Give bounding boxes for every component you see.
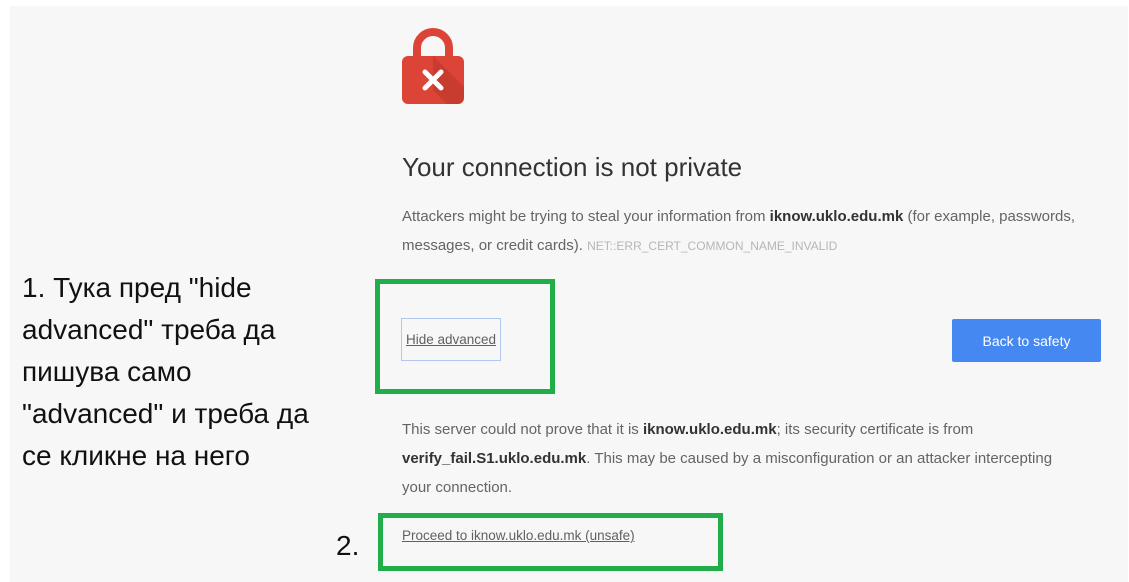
annotation-note-line: advanced" треба да	[22, 314, 276, 345]
details-host-name: iknow.uklo.edu.mk	[642, 421, 777, 438]
back-to-safety-button[interactable]: Back to safety	[952, 319, 1101, 362]
intro-paragraph: Attackers might be trying to steal your …	[402, 208, 1076, 254]
annotation-box-hide-advanced	[375, 279, 555, 394]
annotation-box-proceed	[378, 513, 723, 571]
lock-error-icon	[402, 28, 464, 104]
annotation-note-line: 1. Тука пред "hide	[22, 272, 252, 303]
annotation-note-line: пишува само	[22, 356, 192, 387]
page-title: Your connection is not private	[402, 152, 743, 182]
issuer-name: verify_fail.S1.uklo.edu.mk	[402, 450, 587, 467]
error-code: NET::ERR_CERT_COMMON_NAME_INVALID	[587, 239, 838, 253]
annotation-note-line: се кликне на него	[22, 440, 250, 471]
details-paragraph: This server could not prove that it is i…	[402, 421, 1053, 496]
annotation-step-2-label: 2.	[336, 530, 360, 561]
annotation-note-line: "advanced" и треба да	[22, 398, 309, 429]
host-name: iknow.uklo.edu.mk	[769, 208, 904, 225]
